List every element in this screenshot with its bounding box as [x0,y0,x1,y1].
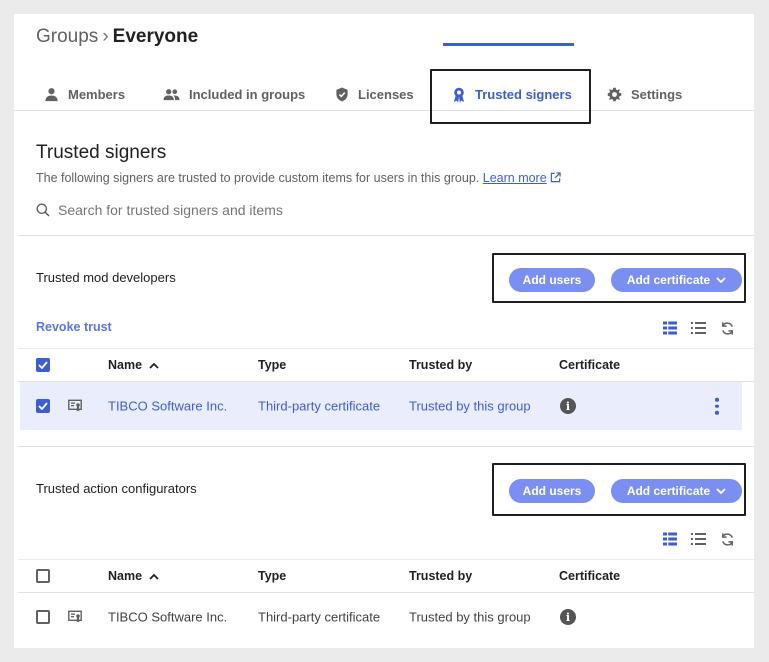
signer-name-link[interactable]: TIBCO Software Inc. [108,610,227,625]
view-controls [663,319,735,337]
certificate-icon [68,610,82,623]
section-divider [18,235,754,236]
breadcrumb: Groups › Everyone [36,26,198,48]
certificate-info-icon[interactable]: i [560,398,576,414]
trusted-by: Trusted by this group [409,609,531,625]
grid-view-icon[interactable] [663,321,677,335]
refresh-icon[interactable] [720,532,735,547]
section-title-trusted-mod-developers: Trusted mod developers [36,270,176,285]
tab-label: Licenses [358,87,414,102]
table-header: Name Type Trusted by Certificate [18,559,754,593]
active-tab-indicator [443,43,574,46]
sort-ascending-icon [148,573,159,580]
page-description: The following signers are trusted to pro… [36,170,561,186]
sort-ascending-icon [148,362,159,369]
refresh-icon[interactable] [720,321,735,336]
tab-settings[interactable]: Settings [607,78,682,111]
highlight-box-section1-buttons [492,253,746,303]
tab-included-in-groups[interactable]: Included in groups [163,78,305,111]
external-link-icon[interactable] [550,172,561,183]
column-header-name[interactable]: Name [108,358,159,372]
shield-icon [336,87,348,102]
person-icon [45,88,58,102]
trusted-by: Trusted by this group [409,398,531,414]
signer-name-link[interactable]: TIBCO Software Inc. [108,399,227,414]
page-heading: Everyone [112,26,199,47]
gear-icon [607,87,622,102]
column-header-trusted-by[interactable]: Trusted by [409,569,472,583]
column-header-type[interactable]: Type [258,569,286,583]
row-checkbox[interactable] [36,610,50,624]
highlight-box-trusted-signers-tab [430,69,591,124]
table-header: Name Type Trusted by Certificate [18,348,754,382]
breadcrumb-parent-link[interactable]: Groups [36,26,98,47]
tab-members[interactable]: Members [44,78,125,111]
learn-more-link[interactable]: Learn more [483,171,547,185]
tab-label: Settings [631,87,683,102]
tab-label: Members [68,87,126,102]
highlight-box-section2-buttons [492,463,746,516]
list-view-icon[interactable] [691,321,706,335]
page-title: Trusted signers [36,142,167,163]
column-header-type[interactable]: Type [258,358,286,372]
search-input[interactable]: Search for trusted signers and items [58,202,283,218]
select-all-checkbox[interactable] [36,358,50,372]
check-icon [38,402,48,410]
breadcrumb-separator: › [102,26,109,47]
check-icon [38,361,48,369]
section-title-trusted-action-configurators: Trusted action configurators [36,481,197,496]
row-checkbox[interactable] [36,399,50,413]
table-row[interactable]: TIBCO Software Inc. Third-party certific… [20,382,742,430]
column-header-name[interactable]: Name [108,569,159,583]
revoke-trust-link[interactable]: Revoke trust [36,320,112,334]
select-all-checkbox[interactable] [36,569,50,583]
tab-label: Included in groups [189,87,306,102]
tab-licenses[interactable]: Licenses [335,78,414,111]
search-icon [36,203,50,217]
view-controls [663,530,735,548]
tab-bar: Members Included in groups Licenses Trus… [14,78,754,111]
search-field[interactable]: Search for trusted signers and items [36,200,283,220]
signer-type: Third-party certificate [258,609,381,625]
more-options-icon[interactable] [715,397,719,415]
list-view-icon[interactable] [691,532,706,546]
section-divider [18,446,754,447]
description-text: The following signers are trusted to pro… [36,171,480,185]
page-card: Groups › Everyone Members Included in grou… [14,14,754,648]
certificate-info-icon[interactable]: i [560,609,576,625]
table-row[interactable]: TIBCO Software Inc. Third-party certific… [20,593,742,641]
certificate-icon [68,399,82,412]
column-header-trusted-by[interactable]: Trusted by [409,358,472,372]
grid-view-icon[interactable] [663,532,677,546]
people-icon [163,89,180,101]
signer-type: Third-party certificate [258,398,381,414]
column-header-certificate[interactable]: Certificate [559,569,620,583]
column-header-certificate[interactable]: Certificate [559,358,620,372]
